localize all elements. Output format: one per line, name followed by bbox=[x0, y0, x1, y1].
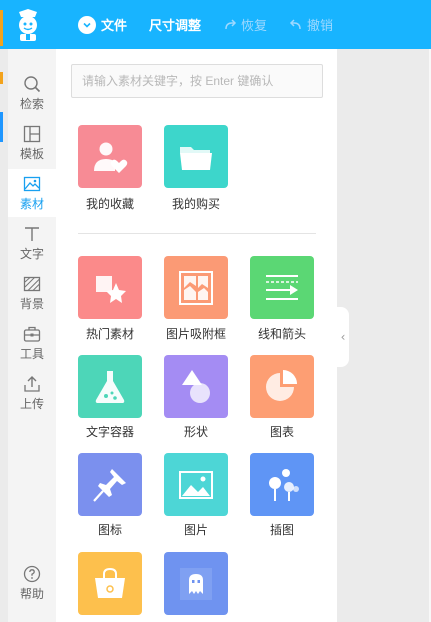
folder-icon bbox=[180, 146, 212, 170]
category-label: 图表 bbox=[269, 425, 294, 439]
sidebar-item-label: 工具 bbox=[19, 346, 44, 361]
resize-button[interactable]: 尺寸调整 bbox=[149, 15, 201, 34]
category-tile-icons[interactable] bbox=[78, 453, 142, 516]
undo-button[interactable]: 撤销 bbox=[289, 15, 333, 34]
picture-icon bbox=[179, 470, 213, 499]
favorite-user-icon bbox=[94, 142, 128, 173]
app-logo[interactable] bbox=[0, 0, 56, 49]
image-icon bbox=[23, 176, 41, 191]
edge-accent bbox=[0, 10, 3, 46]
pixel-ghost-icon bbox=[180, 567, 212, 600]
toolbox-icon bbox=[23, 326, 41, 342]
sidebar-item-material[interactable]: 素材 bbox=[8, 169, 56, 217]
bag-icon bbox=[95, 567, 125, 598]
category-tile-pictures[interactable] bbox=[164, 453, 228, 516]
chevron-down-icon bbox=[78, 15, 96, 34]
redo-label: 恢复 bbox=[241, 19, 268, 34]
frame-icon bbox=[179, 270, 213, 305]
category-tile-hot[interactable] bbox=[78, 256, 142, 319]
category-label: 热门素材 bbox=[85, 327, 134, 341]
flask-icon bbox=[95, 370, 125, 403]
sidebar: 检索 模板 素材 文字 背景 工具 上传 帮助 bbox=[8, 49, 56, 622]
chevron-left-icon: ‹ bbox=[340, 330, 346, 344]
category-label: 图片 bbox=[183, 523, 208, 537]
material-panel: 我的收藏 我的购买 热门素材 图片吸附框 bbox=[56, 49, 337, 622]
category-tile-bag[interactable] bbox=[78, 552, 142, 615]
section-divider bbox=[78, 233, 316, 234]
star-shapes-icon bbox=[96, 275, 126, 303]
category-tile-chart[interactable] bbox=[250, 355, 314, 418]
category-tile-pixel[interactable] bbox=[164, 552, 228, 615]
pie-chart-icon bbox=[266, 369, 297, 401]
sidebar-item-search[interactable]: 检索 bbox=[8, 69, 56, 117]
lines-arrow-icon bbox=[266, 274, 298, 300]
category-tile-illustrations[interactable] bbox=[250, 453, 314, 516]
favorites-label: 我的收藏 bbox=[85, 197, 134, 211]
sidebar-item-label: 素材 bbox=[19, 196, 44, 211]
text-icon bbox=[25, 226, 39, 241]
category-label: 图标 bbox=[97, 523, 122, 537]
resize-label: 尺寸调整 bbox=[149, 19, 202, 34]
category-tile-text-container[interactable] bbox=[78, 355, 142, 418]
category-label: 图片吸附框 bbox=[165, 327, 226, 341]
redo-button[interactable]: 恢复 bbox=[223, 15, 267, 34]
purchases-label: 我的购买 bbox=[171, 197, 220, 211]
help-icon bbox=[23, 565, 41, 582]
sidebar-item-upload[interactable]: 上传 bbox=[8, 369, 56, 417]
undo-icon bbox=[289, 18, 303, 32]
category-tile-frame[interactable] bbox=[164, 256, 228, 319]
purchases-tile[interactable] bbox=[164, 125, 228, 188]
category-label: 插图 bbox=[269, 523, 294, 537]
sidebar-item-label: 检索 bbox=[19, 96, 44, 111]
category-label: 形状 bbox=[183, 425, 208, 439]
sidebar-item-label: 背景 bbox=[19, 296, 44, 311]
sidebar-item-background[interactable]: 背景 bbox=[8, 269, 56, 317]
pin-icon bbox=[93, 468, 126, 502]
category-tile-shapes[interactable] bbox=[164, 355, 228, 418]
sidebar-item-template[interactable]: 模板 bbox=[8, 119, 56, 167]
sidebar-item-label: 上传 bbox=[19, 396, 44, 411]
sidebar-item-label: 模板 bbox=[19, 146, 44, 161]
favorites-tile[interactable] bbox=[78, 125, 142, 188]
background-icon bbox=[23, 276, 41, 291]
shapes-icon bbox=[182, 369, 210, 403]
sidebar-item-text[interactable]: 文字 bbox=[8, 219, 56, 267]
edge-accent bbox=[0, 72, 3, 84]
sidebar-item-tools[interactable]: 工具 bbox=[8, 319, 56, 367]
template-icon bbox=[23, 125, 41, 142]
file-menu-label: 文件 bbox=[101, 19, 128, 34]
top-toolbar: 文件 尺寸调整 恢复 撤销 bbox=[0, 0, 431, 49]
sidebar-item-help[interactable]: 帮助 bbox=[8, 559, 56, 607]
search-icon bbox=[24, 75, 41, 92]
sidebar-item-label: 帮助 bbox=[19, 586, 44, 601]
category-label: 线和箭头 bbox=[257, 327, 306, 341]
redo-icon bbox=[223, 18, 237, 32]
edge-accent bbox=[0, 112, 3, 142]
file-menu-button[interactable]: 文件 bbox=[78, 15, 127, 34]
upload-icon bbox=[24, 375, 40, 392]
illustration-tree-icon bbox=[269, 468, 299, 501]
sidebar-item-label: 文字 bbox=[19, 246, 44, 261]
category-label: 文字容器 bbox=[85, 425, 134, 439]
logo-icon bbox=[19, 8, 37, 41]
category-tile-lines[interactable] bbox=[250, 256, 314, 319]
panel-collapse-handle[interactable]: ‹ bbox=[337, 307, 349, 367]
undo-label: 撤销 bbox=[307, 19, 334, 34]
search-input[interactable] bbox=[71, 64, 323, 98]
